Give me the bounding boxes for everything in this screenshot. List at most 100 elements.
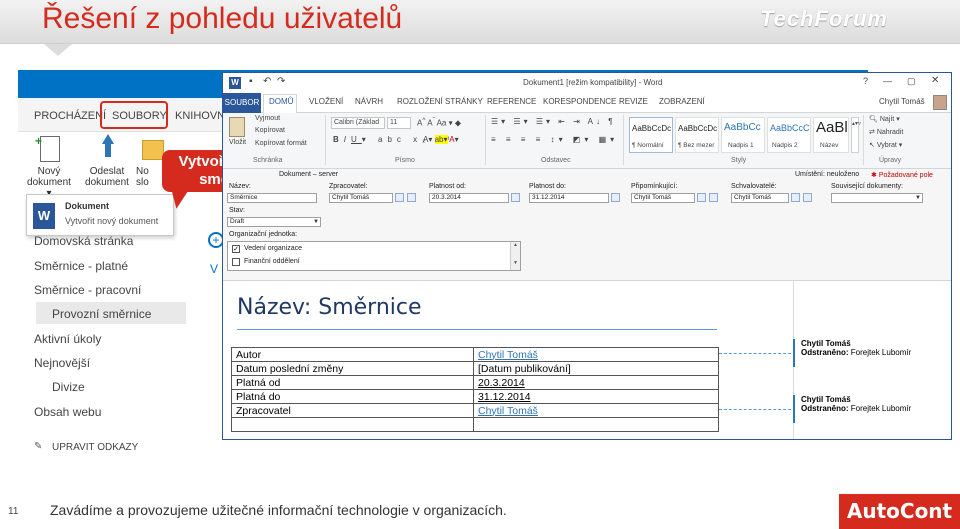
table-cell-label: Autor (231, 347, 474, 362)
processor-value[interactable]: Chytil Tomáš (478, 405, 538, 417)
valid-to-value[interactable]: 31.12.2014 (478, 391, 531, 403)
style-heading1-preview: AaBbCc (724, 122, 761, 133)
chevron-down-icon[interactable]: ▼ (311, 217, 321, 227)
comment-1-label: Odstraněno: (801, 348, 849, 357)
style-no-spacing[interactable]: AaBbCcDc ¶ Bez mezer (675, 117, 719, 153)
word-tab-references[interactable]: REFERENCE (487, 97, 536, 106)
format-painter-button[interactable]: Kopírovat formát (255, 140, 307, 147)
replace-label: Nahradit (876, 129, 904, 136)
calendar-icon[interactable] (611, 193, 620, 202)
upload-document-button[interactable]: Odeslat dokument (82, 166, 132, 188)
style-normal[interactable]: AaBbCcDc ¶ Normální (629, 117, 673, 153)
table-cell-value[interactable]: 20.3.2014 (473, 375, 719, 390)
nav-active-tasks[interactable]: Aktivní úkoly (34, 332, 101, 346)
word-tab-mailings[interactable]: KORESPONDENCE (543, 97, 616, 106)
style-title[interactable]: AaBl Název (813, 117, 849, 153)
table-cell-label (231, 417, 474, 432)
comment-1[interactable]: Chytil Tomáš Odstraněno: Forejtek Lubomí… (801, 339, 911, 357)
files-tab-highlight (100, 101, 168, 129)
table-cell-value[interactable]: Chytil Tomáš (473, 347, 719, 362)
word-tab-view[interactable]: ZOBRAZENÍ (659, 97, 705, 106)
save-icon[interactable]: ▪ (249, 76, 253, 87)
reviewer-field[interactable]: Chytil Tomáš (631, 193, 695, 203)
word-tab-design[interactable]: NÁVRH (355, 97, 383, 106)
word-tab-home[interactable]: DOMŮ (269, 97, 293, 106)
state-select[interactable]: Draft (227, 217, 321, 227)
styles-scroll[interactable]: ▴▾▿ (851, 117, 861, 153)
valid-to-field[interactable]: 31.12.2014 (529, 193, 609, 203)
valid-from-field[interactable]: 20.3.2014 (429, 193, 509, 203)
word-tab-page-layout[interactable]: ROZLOŽENÍ STRÁNKY (397, 97, 483, 106)
paste-icon[interactable] (229, 117, 245, 137)
org-checkbox-2[interactable] (232, 258, 240, 266)
paste-button[interactable]: Vložit (229, 139, 246, 146)
edit-links-button[interactable]: UPRAVIT ODKAZY (52, 442, 138, 453)
check-names-icon[interactable] (395, 193, 404, 202)
nav-directives-valid[interactable]: Směrnice - platné (34, 259, 128, 273)
close-icon[interactable]: ✕ (931, 75, 939, 86)
chevron-down-icon[interactable]: ▼ (913, 193, 923, 203)
find-button[interactable]: 🔍︎ Najít ▾ (869, 115, 900, 123)
org-unit-list: ✓ Vedení organizace Finanční oddělení ▲ ▼ (227, 241, 521, 271)
nav-site-contents[interactable]: Obsah webu (34, 405, 101, 419)
replace-button[interactable]: ⇄ Nahradit (869, 128, 903, 136)
check-names-icon[interactable] (697, 193, 706, 202)
cut-button[interactable]: Vyjmout (255, 115, 280, 122)
menu-item-document[interactable]: Dokument (65, 201, 109, 211)
list-icons[interactable]: ☰▾ ☰▾ ☰▾ ⇤ ⇥ A↓ ¶ (491, 117, 616, 126)
browse-people-icon[interactable] (803, 193, 812, 202)
help-icon[interactable]: ? (863, 76, 868, 86)
tab-browse[interactable]: PROCHÁZENÍ (34, 110, 106, 122)
valid-from-label: Platnost od: (429, 183, 466, 190)
alignment-icons[interactable]: ≡ ≡ ≡ ≡ ↕▾ ◩▾ ▦▾ (491, 135, 618, 144)
word-tab-insert[interactable]: VLOŽENÍ (309, 97, 343, 106)
nav-home[interactable]: Domovská stránka (34, 234, 133, 248)
table-cell-value[interactable]: [Datum publikování] (473, 361, 719, 376)
valid-to-label: Platnost do: (529, 183, 566, 190)
copy-button[interactable]: Kopírovat (255, 127, 285, 134)
org-checkbox-1[interactable]: ✓ (232, 245, 240, 253)
browse-people-icon[interactable] (709, 193, 718, 202)
check-names-icon[interactable] (791, 193, 800, 202)
word-tab-file[interactable]: SOUBOR (223, 93, 261, 113)
comment-2[interactable]: Chytil Tomáš Odstraněno: Forejtek Lubomí… (801, 395, 911, 413)
content-type-label[interactable]: Dokument – server (279, 171, 338, 178)
style-heading2[interactable]: AaBbCcC Nadpis 2 (767, 117, 811, 153)
font-size-select[interactable]: 11 (387, 117, 411, 129)
table-cell-value[interactable] (473, 417, 719, 432)
new-folder-button[interactable]: No slo (136, 166, 162, 188)
style-no-spacing-name: ¶ Bez mezer (678, 142, 715, 149)
approver-field[interactable]: Chytil Tomáš (731, 193, 789, 203)
processor-label: Zpracovatel: (329, 183, 368, 190)
redo-icon[interactable]: ↷ (277, 76, 285, 87)
undo-icon[interactable]: ↶ (263, 76, 271, 87)
style-heading1[interactable]: AaBbCc Nadpis 1 (721, 117, 765, 153)
word-tab-review[interactable]: REVIZE (619, 97, 648, 106)
valid-from-value[interactable]: 20.3.2014 (478, 377, 525, 389)
font-name-select[interactable]: Calibri (Základ (331, 117, 385, 129)
approver-label: Schvalovatelé: (731, 183, 777, 190)
browse-people-icon[interactable] (407, 193, 416, 202)
table-cell-value[interactable]: Chytil Tomáš (473, 403, 719, 418)
user-avatar[interactable] (933, 95, 947, 110)
header-notch (44, 44, 72, 56)
calendar-icon[interactable] (511, 193, 520, 202)
nav-divisions[interactable]: Divize (52, 380, 85, 394)
name-field[interactable]: Směrnice (227, 193, 317, 203)
text-effects-icons[interactable]: A▾ ab▾ A▾ (423, 135, 459, 144)
nav-operating-directives[interactable]: Provozní směrnice (52, 307, 151, 321)
pencil-icon: ✎ (34, 441, 43, 452)
select-button[interactable]: ↖ Vybrat ▾ (869, 141, 902, 149)
font-grow-icon[interactable]: A^ Aˇ Aa ▾ ◆ (417, 117, 461, 128)
word-user-name[interactable]: Chytil Tomáš (879, 97, 925, 106)
table-cell-value[interactable]: 31.12.2014 (473, 389, 719, 404)
author-value[interactable]: Chytil Tomáš (478, 349, 538, 361)
document-page[interactable]: Název: Směrnice Autor Chytil Tomáš Datum… (223, 281, 951, 439)
nav-newest[interactable]: Nejnovější (34, 356, 90, 370)
minimize-icon[interactable]: — (883, 76, 892, 86)
maximize-icon[interactable]: ▢ (907, 76, 916, 87)
processor-field[interactable]: Chytil Tomáš (329, 193, 393, 203)
related-docs-select[interactable] (831, 193, 923, 203)
nav-directives-working[interactable]: Směrnice - pracovní (34, 283, 141, 297)
org-list-scrollbar[interactable]: ▲ ▼ (510, 242, 520, 270)
